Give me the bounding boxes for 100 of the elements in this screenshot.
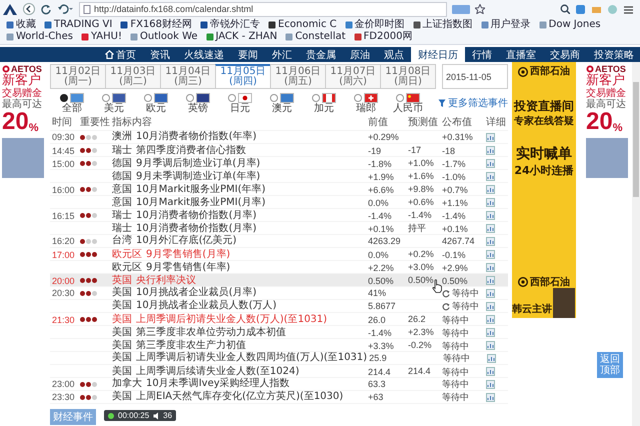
- indicator-name[interactable]: 第三季度非农单位劳动力成本初值: [136, 326, 286, 338]
- indicator-name[interactable]: 第三季度非农生产力初值: [136, 340, 246, 352]
- nav-tab[interactable]: 原油: [343, 47, 377, 62]
- indicator-name[interactable]: 10月挑战者企业裁员(月率): [136, 287, 257, 299]
- date-field[interactable]: 2015-11-05: [442, 64, 508, 89]
- radio-button[interactable]: [270, 94, 278, 102]
- indicator-name[interactable]: 上周EIA天然气库存变化(亿立方英尺)(至1030): [136, 391, 344, 403]
- date-tab[interactable]: 11月06日(周五): [270, 64, 325, 89]
- chart-icon[interactable]: [486, 276, 495, 285]
- bookmark-link[interactable]: FD2000网: [354, 31, 412, 43]
- indicator-name[interactable]: 上周季调后初请失业金人数四周均值(万人)(至1031): [136, 352, 368, 364]
- nav-tab[interactable]: 资讯: [143, 47, 177, 62]
- radio-button[interactable]: [396, 94, 404, 102]
- indicator-name[interactable]: 第四季度消费者信心指数: [136, 144, 246, 156]
- indicator-name[interactable]: 上周季调后续请失业金人数(至1024): [136, 366, 300, 378]
- bookmark-link[interactable]: 金价即时图: [344, 19, 405, 31]
- chart-icon[interactable]: [487, 354, 496, 362]
- indicator-name[interactable]: 10月消费者物价指数(月率): [136, 222, 257, 234]
- currency-label[interactable]: 人民币: [393, 103, 423, 114]
- chart-icon[interactable]: [486, 367, 495, 376]
- bookmark-link[interactable]: YAHU!: [80, 31, 122, 43]
- date-tab[interactable]: 11月02日(周一): [50, 64, 105, 89]
- bookmark-link[interactable]: JACK - ZHAN: [206, 31, 278, 43]
- bookmark-link[interactable]: TRADING VI: [44, 19, 112, 31]
- undo-icon[interactable]: [57, 3, 74, 15]
- chart-icon[interactable]: [486, 185, 495, 194]
- radio-button[interactable]: [60, 94, 68, 102]
- indicator-name[interactable]: 10月消费者物价指数(年率): [136, 131, 257, 143]
- bookmark-link[interactable]: Economic C: [268, 19, 337, 31]
- chart-icon[interactable]: [486, 172, 495, 181]
- chart-icon[interactable]: [486, 302, 495, 310]
- filter-link[interactable]: 更多筛选事件: [438, 96, 508, 110]
- indicator-name[interactable]: 9月季调后制造业订单(月率): [136, 158, 260, 170]
- currency-label[interactable]: 全部: [62, 103, 82, 114]
- date-tab[interactable]: 11月05日(周四): [215, 64, 270, 89]
- nav-tab[interactable]: 行情: [465, 47, 499, 62]
- currency-label[interactable]: 加元: [314, 103, 334, 114]
- indicator-name[interactable]: 10月外汇存底(亿美元): [136, 235, 237, 247]
- chart-icon[interactable]: [486, 224, 495, 233]
- bookmark-link[interactable]: 收藏: [6, 19, 36, 31]
- address-field[interactable]: http://datainfo.fx168.com/calendar.shtml: [79, 2, 447, 16]
- chart-icon[interactable]: [486, 380, 495, 388]
- indicator-name[interactable]: 10月Markit服务业PMI(年率): [136, 184, 266, 196]
- date-tab[interactable]: 11月08日(周日): [380, 64, 436, 89]
- nav-tab[interactable]: 观点: [377, 47, 411, 62]
- radio-button[interactable]: [186, 94, 194, 102]
- radio-button[interactable]: [312, 94, 320, 102]
- indicator-name[interactable]: 央行利率决议: [136, 274, 196, 286]
- date-tab[interactable]: 11月07日(周六): [325, 64, 380, 89]
- chart-icon[interactable]: [486, 288, 495, 298]
- nav-tab[interactable]: 要闻: [231, 47, 265, 62]
- indicator-name[interactable]: 9月零售销售(年率): [146, 262, 230, 274]
- nav-tab[interactable]: 直播室: [499, 47, 543, 62]
- chart-icon[interactable]: [486, 146, 495, 155]
- chart-icon[interactable]: [486, 315, 495, 324]
- extension-icon[interactable]: [575, 4, 586, 14]
- bookmark-link[interactable]: FX168财经网: [120, 19, 192, 31]
- reload-icon[interactable]: [40, 3, 52, 15]
- indicator-name[interactable]: 10月挑战者企业裁员人数(万人): [136, 300, 277, 312]
- bookmark-link[interactable]: 用户登录: [480, 19, 531, 31]
- indicator-name[interactable]: 10月Markit服务业PMI(月率): [136, 196, 266, 208]
- chart-icon[interactable]: [486, 392, 495, 402]
- currency-label[interactable]: 欧元: [146, 103, 166, 114]
- radio-button[interactable]: [228, 94, 236, 102]
- chart-icon[interactable]: [486, 198, 495, 207]
- date-tab[interactable]: 11月03日(周二): [105, 64, 160, 89]
- bookmark-link[interactable]: 上证指数图: [412, 19, 473, 31]
- nav-tab[interactable]: 财经日历: [411, 47, 465, 62]
- currency-label[interactable]: 美元: [104, 103, 124, 114]
- nav-tab[interactable]: 首页: [98, 47, 143, 62]
- chart-icon[interactable]: [486, 341, 495, 350]
- nav-tab[interactable]: 投资策略: [587, 47, 640, 62]
- bookmark-link[interactable]: 帝锐外汇专: [200, 19, 260, 31]
- indicator-name[interactable]: 9月未季调制造业订单(年率): [136, 170, 260, 182]
- chart-icon[interactable]: [486, 263, 495, 272]
- nav-tab[interactable]: 交易商: [543, 47, 587, 62]
- currency-label[interactable]: 日元: [230, 103, 250, 114]
- chart-icon[interactable]: [486, 132, 495, 142]
- nav-tab[interactable]: 外汇: [265, 47, 299, 62]
- radio-button[interactable]: [102, 94, 110, 102]
- indicator-name[interactable]: 上周季调后初请失业金人数(万人)(至1031): [136, 314, 328, 326]
- radio-button[interactable]: [144, 94, 152, 102]
- chart-icon[interactable]: [486, 159, 495, 168]
- currency-label[interactable]: 英镑: [188, 103, 208, 114]
- menu-icon[interactable]: [623, 4, 634, 14]
- chart-icon[interactable]: [486, 328, 495, 337]
- indicator-name[interactable]: 10月未季调Ivey采购经理人指数: [146, 378, 290, 390]
- chart-icon[interactable]: [486, 211, 495, 220]
- extension-icon[interactable]: [452, 4, 470, 14]
- date-tab[interactable]: 11月04日(周三): [160, 64, 215, 89]
- bookmark-link[interactable]: Constellat: [285, 31, 346, 43]
- indicator-name[interactable]: 10月消费者物价指数(月率): [136, 210, 257, 222]
- bookmark-link[interactable]: Dow Jones: [538, 19, 601, 31]
- search-icon[interactable]: [560, 4, 570, 14]
- indicator-name[interactable]: 9月零售销售(月率): [146, 248, 230, 260]
- chart-icon[interactable]: [486, 236, 495, 246]
- back-icon[interactable]: [23, 3, 35, 15]
- currency-label[interactable]: 瑞郎: [356, 103, 376, 114]
- scrollbar-thumb[interactable]: [633, 82, 639, 197]
- chart-icon[interactable]: [486, 250, 495, 259]
